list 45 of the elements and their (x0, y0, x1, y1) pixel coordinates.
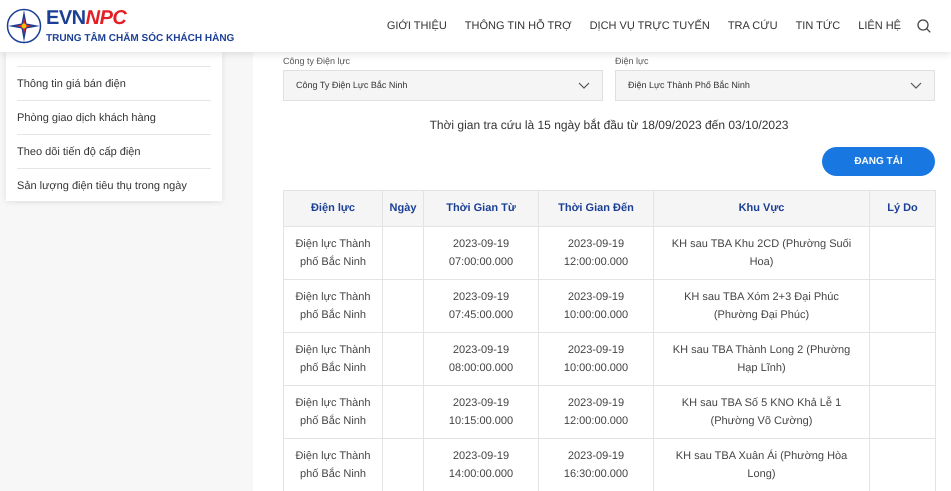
table-cell: 2023-09-19 07:00:00.000 (424, 226, 538, 280)
search-icon[interactable] (917, 19, 931, 33)
nav-link[interactable]: GIỚI THIỆU (386, 18, 447, 34)
brand-logo[interactable]: EVNNPC (46, 6, 234, 28)
field-label: Công ty Điện lực (283, 55, 352, 68)
table-cell: 2023-09-19 12:00:00.000 (538, 226, 654, 280)
field-label: Điện lực (615, 55, 650, 68)
nav-link[interactable]: THÔNG TIN HỖ TRỢ (464, 18, 572, 34)
sidebar-item[interactable]: Sản lượng điện tiêu thụ trong ngày (17, 169, 211, 203)
brand-subtitle: TRUNG TÂM CHĂM SÓC KHÁCH HÀNG (46, 31, 234, 46)
nav-link[interactable]: LIÊN HỆ (858, 18, 901, 34)
nav-link[interactable]: TIN TỨC (796, 18, 840, 34)
table-cell: Điện lực Thành phố Bắc Ninh (284, 332, 382, 386)
column-header: Điện lực (284, 190, 382, 226)
chevron-down-icon (910, 82, 922, 89)
column-header: Thời Gian Từ (424, 190, 538, 226)
table-cell: Điện lực Thành phố Bắc Ninh (284, 226, 382, 280)
table-cell: KH sau TBA Thành Long 2 (Phường Hạp Lĩnh) (654, 332, 870, 386)
table-cell: 2023-09-19 07:45:00.000 (424, 280, 538, 332)
table-cell: 2023-09-19 10:15:00.000 (424, 386, 538, 438)
table-cell: 2023-09-19 12:00:00.000 (538, 386, 654, 438)
nav-link[interactable]: TRA CỨU (728, 18, 778, 34)
sidebar-item[interactable]: Theo dõi tiến độ cấp điện (17, 135, 211, 169)
table-cell: Điện lực Thành phố Bắc Ninh (284, 280, 382, 332)
table-cell: KH sau TBA Xóm 2+3 Đại Phúc (Phường Đại Phúc) (654, 280, 870, 332)
select-field[interactable]: Công Ty Điện Lực Bắc Ninh (283, 70, 603, 101)
table-cell: Điện lực Thành phố Bắc Ninh (284, 386, 382, 438)
chevron-down-icon (578, 82, 590, 89)
table-cell: Điện lực Thành phố Bắc Ninh (284, 438, 382, 491)
load-button[interactable]: ĐANG TẢI (822, 147, 935, 176)
sidebar-item[interactable]: Phòng giao dịch khách hàng (17, 101, 211, 135)
table-cell: 2023-09-19 10:00:00.000 (538, 280, 654, 332)
sidebar-item[interactable]: Thông tin giá bán điện (17, 67, 211, 101)
column-header: Ngày (382, 190, 424, 226)
table-cell: KH sau TBA Khu 2CD (Phường Suối Hoa) (654, 226, 870, 280)
table-cell: 2023-09-19 08:00:00.000 (424, 332, 538, 386)
table-cell: KH sau TBA Số 5 KNO Khả Lễ 1 (Phường Võ Cường) (654, 386, 870, 438)
info-text: Thời gian tra cứu là 15 ngày bắt đầu từ 18/09/2023 đến 03/10/2023 (428, 117, 790, 134)
column-header: Thời Gian Đến (538, 190, 654, 226)
table-cell: 2023-09-19 10:00:00.000 (538, 332, 654, 386)
column-header: Khu Vực (654, 190, 870, 226)
logo-icon (6, 8, 42, 44)
column-header: Lý Do (870, 190, 936, 226)
nav-link[interactable]: DỊCH VỤ TRỰC TUYẾN (590, 18, 710, 34)
select-field[interactable]: Điện Lực Thành Phố Bắc Ninh (615, 70, 935, 101)
